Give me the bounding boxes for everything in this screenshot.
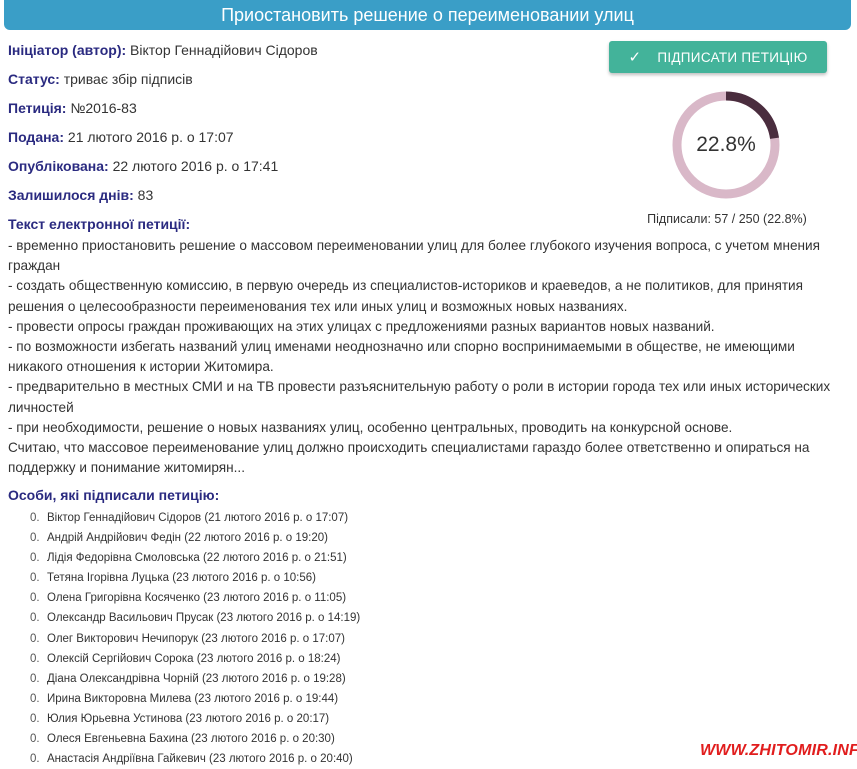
- list-item: 0. Віктор Геннадійович Сідоров (21 лютого…: [30, 508, 590, 528]
- petition-text-line: - при необходимости, решение о новых наз…: [8, 419, 733, 435]
- sign-petition-label: ПІДПИСАТИ ПЕТИЦІЮ: [657, 49, 808, 65]
- list-item-number: 0.: [30, 712, 40, 725]
- sign-petition-button[interactable]: ✓ ПІДПИСАТИ ПЕТИЦІЮ: [609, 41, 827, 73]
- list-item: 0. Олег Викторович Нечипорук (23 лютого 2…: [30, 629, 590, 649]
- petition-text-line: - по возможности избегать названий улиц …: [8, 339, 795, 375]
- list-item: 0. Діана Олександрівна Чорній (23 лютого …: [30, 669, 590, 689]
- list-item-number: 0.: [30, 612, 40, 625]
- list-item: 0. Олена Григорівна Косяченко (23 лютого …: [30, 588, 590, 608]
- list-item-number: 0.: [30, 592, 40, 605]
- list-item-text: Ирина Викторовна Милева (23 лютого 2016 …: [47, 692, 339, 705]
- list-item-number: 0.: [30, 552, 40, 565]
- meta-label: Подана:: [8, 129, 65, 145]
- meta-published: Опублікована: 22 лютого 2016 р. о 17:41: [8, 156, 588, 185]
- meta-value: №2016-83: [70, 100, 137, 116]
- meta-value: 22 лютого 2016 р. о 17:41: [112, 158, 279, 174]
- list-item-number: 0.: [30, 532, 40, 545]
- list-item-number: 0.: [30, 652, 40, 665]
- meta-submitted: Подана: 21 лютого 2016 р. о 17:07: [8, 127, 588, 156]
- list-item-text: Юлия Юрьевна Устинова (23 лютого 2016 р.…: [47, 712, 330, 725]
- meta-value: Віктор Геннадійович Сідоров: [130, 42, 318, 58]
- list-item-text: Олексій Сергійович Сорока (23 лютого 201…: [47, 652, 341, 665]
- list-item-text: Олександр Васильович Прусак (23 лютого 2…: [47, 612, 361, 625]
- petition-text-line: - провести опросы граждан проживающих на…: [8, 318, 715, 334]
- list-item: 0. Олексій Сергійович Сорока (23 лютого 2…: [30, 649, 590, 669]
- list-item-text: Анастасія Андріївна Гайкевич (23 лютого …: [47, 753, 353, 766]
- list-item-number: 0.: [30, 632, 40, 645]
- meta-label: Петиція:: [8, 100, 67, 116]
- signed-count: Підписали: 57 / 250 (22.8%): [647, 212, 807, 226]
- meta-petition-number: Петиція: №2016-83: [8, 98, 588, 127]
- petition-text-line: - предварительно в местных СМИ и на ТВ п…: [8, 379, 831, 415]
- list-item-number: 0.: [30, 512, 40, 524]
- signers-heading: Особи, які підписали петицію:: [8, 487, 220, 503]
- meta-label: Залишилося днів:: [8, 187, 134, 203]
- petition-text-line: Считаю, что массовое переименование улиц…: [8, 440, 810, 476]
- meta-value: триває збір підписів: [63, 71, 193, 87]
- check-icon: ✓: [628, 49, 642, 66]
- meta-label: Ініціатор (автор):: [8, 42, 127, 58]
- petition-text-heading: Текст електронної петиції:: [8, 216, 191, 232]
- list-item: 0. Тетяна Ігорівна Луцька (23 лютого 2016…: [30, 568, 590, 588]
- list-item: 0. Ирина Викторовна Милева (23 лютого 201…: [30, 689, 590, 709]
- list-item: 0. Анастасія Андріївна Гайкевич (23 лютог…: [30, 749, 590, 769]
- list-item-number: 0.: [30, 692, 40, 705]
- meta-author: Ініціатор (автор): Віктор Геннадійович С…: [8, 40, 588, 69]
- list-item-number: 0.: [30, 733, 40, 746]
- list-item-text: Олена Григорівна Косяченко (23 лютого 20…: [47, 592, 347, 605]
- progress-percent: 22.8%: [696, 133, 756, 156]
- site-watermark: WWW.ZHITOMIR.INFO: [700, 742, 857, 759]
- list-item-text: Олеся Евгеньевна Бахина (23 лютого 2016 …: [47, 733, 335, 746]
- meta-value: 83: [137, 187, 154, 203]
- meta-days-left: Залишилося днів: 83: [8, 185, 588, 214]
- list-item: 0. Олександр Васильович Прусак (23 лютого…: [30, 608, 590, 628]
- list-item: 0. Юлия Юрьевна Устинова (23 лютого 2016 …: [30, 709, 590, 729]
- list-item: 0. Андрій Андрійович Федін (22 лютого 201…: [30, 528, 590, 548]
- list-item-text: Тетяна Ігорівна Луцька (23 лютого 2016 р…: [47, 572, 316, 585]
- page-title: Приостановить решение о переименовании у…: [4, 0, 851, 30]
- meta-label: Статус:: [8, 71, 60, 87]
- list-item-text: Діана Олександрівна Чорній (23 лютого 20…: [47, 672, 346, 685]
- list-item-number: 0.: [30, 672, 40, 685]
- meta-label: Опублікована:: [8, 158, 109, 174]
- petition-text-line: - создать общественную комиссию, в перву…: [8, 278, 804, 314]
- petition-text: - временно приостановить решение о массо…: [8, 236, 846, 478]
- list-item-text: Андрій Андрійович Федін (22 лютого 2016 …: [47, 532, 328, 545]
- list-item-text: Лідія Федорівна Смоловська (22 лютого 20…: [47, 552, 347, 565]
- list-item: 0. Олеся Евгеньевна Бахина (23 лютого 201…: [30, 729, 590, 749]
- meta-value: 21 лютого 2016 р. о 17:07: [67, 129, 234, 145]
- petition-meta: Ініціатор (автор): Віктор Геннадійович С…: [8, 40, 588, 214]
- signers-list: 0. Віктор Геннадійович Сідоров (21 лютого…: [30, 508, 590, 769]
- petition-text-line: - временно приостановить решение о массо…: [8, 238, 820, 274]
- list-item-number: 0.: [30, 753, 40, 766]
- list-item-number: 0.: [30, 572, 40, 585]
- list-item-text: Олег Викторович Нечипорук (23 лютого 201…: [47, 632, 345, 645]
- meta-status: Статус: триває збір підписів: [8, 69, 588, 98]
- list-item: 0. Лідія Федорівна Смоловська (22 лютого …: [30, 548, 590, 568]
- list-item-text: Віктор Геннадійович Сідоров (21 лютого 2…: [47, 512, 349, 524]
